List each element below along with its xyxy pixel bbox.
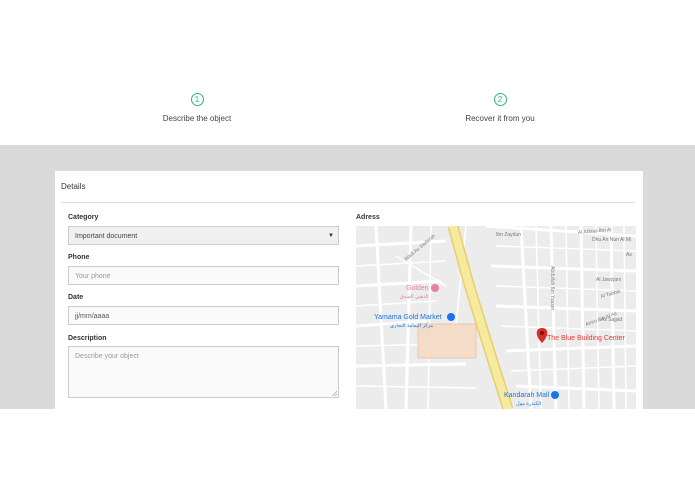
poi-golden-ar: الذهبي الفندق bbox=[400, 294, 429, 300]
address-label: Adress bbox=[356, 214, 380, 221]
category-value: Important document bbox=[75, 233, 138, 240]
hotel-icon bbox=[431, 284, 439, 292]
step-2: 2 Recover it from you bbox=[400, 93, 600, 123]
street-as-sajjad: As Sajjad bbox=[601, 317, 622, 323]
description-label: Description bbox=[68, 335, 107, 342]
step-1: 1 Describe the object bbox=[97, 93, 297, 123]
map-canvas[interactable]: Ibn Zaydun Al Abbas Ibn Al Dhu An Nun Al… bbox=[356, 226, 636, 409]
description-textarea[interactable]: Describe your object bbox=[68, 346, 339, 398]
street-as: As bbox=[626, 252, 632, 258]
step-1-label: Describe the object bbox=[162, 114, 232, 123]
details-card: Details Category Important document ▼ Ph… bbox=[55, 171, 643, 409]
category-select[interactable]: Important document ▼ bbox=[68, 226, 339, 245]
phone-input[interactable]: Your phone bbox=[68, 266, 339, 285]
mall-icon bbox=[551, 391, 559, 399]
resize-handle-icon[interactable] bbox=[332, 391, 337, 396]
phone-label: Phone bbox=[68, 254, 90, 261]
step-2-number: 2 bbox=[493, 93, 507, 106]
divider bbox=[61, 202, 635, 203]
details-title: Details bbox=[61, 182, 86, 191]
shopping-icon bbox=[447, 313, 455, 321]
chevron-down-icon: ▼ bbox=[328, 233, 334, 239]
street-dhu-an-nun: Dhu An Nun Al Mi bbox=[592, 237, 631, 243]
step-1-number: 1 bbox=[190, 93, 204, 106]
poi-blue-building: The Blue Building Center bbox=[547, 335, 625, 342]
poi-kandarah: Kandarah Mall bbox=[504, 392, 550, 399]
date-label: Date bbox=[68, 294, 84, 301]
street-ibn-zaydun: Ibn Zaydun bbox=[496, 232, 521, 238]
date-input[interactable]: jj/mm/aaaa bbox=[68, 306, 339, 325]
page-footer-space bbox=[0, 409, 695, 494]
poi-yamama-ar: مركز اليمامة التجاري bbox=[390, 323, 433, 329]
poi-yamama: Yamama Gold Market bbox=[374, 314, 442, 321]
street-abdullah: Abdullah Ibn Yasser bbox=[549, 266, 555, 311]
poi-kandarah-ar: الكندرة مول bbox=[516, 401, 541, 407]
street-al-jawzjani: Al Jawzjani bbox=[596, 277, 621, 283]
description-placeholder: Describe your object bbox=[75, 353, 139, 360]
poi-golden: Golden bbox=[406, 285, 429, 292]
step-2-label: Recover it from you bbox=[465, 114, 535, 123]
steps-header: 1 Describe the object 2 Recover it from … bbox=[0, 0, 695, 145]
address-map[interactable]: Ibn Zaydun Al Abbas Ibn Al Dhu An Nun Al… bbox=[356, 226, 636, 409]
category-label: Category bbox=[68, 214, 99, 221]
